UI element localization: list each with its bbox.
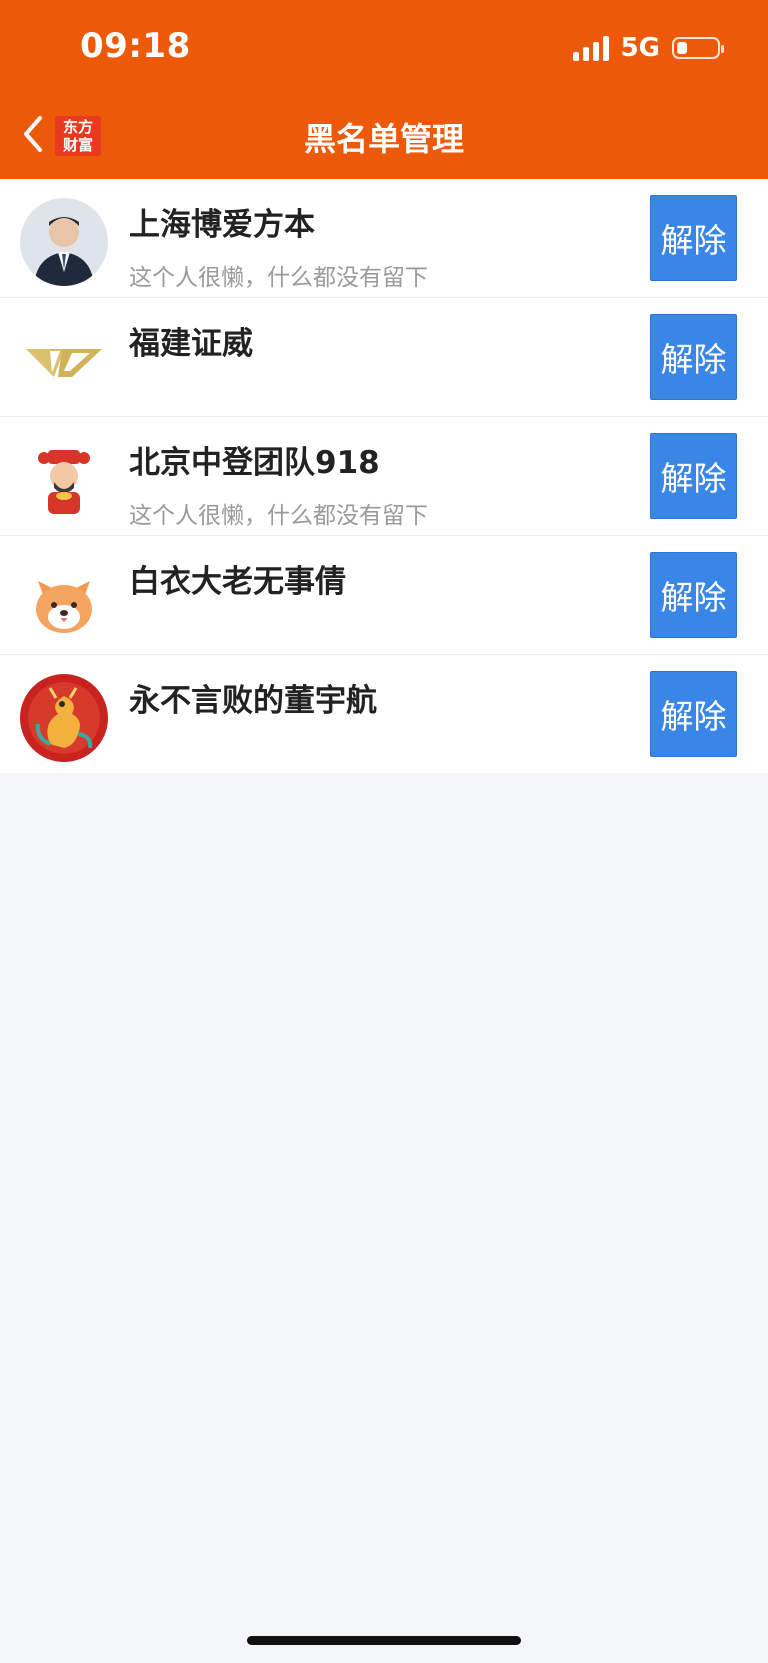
battery-icon [672,37,724,59]
network-type: 5G [620,33,660,63]
avatar[interactable] [20,317,108,405]
user-name: 白衣大老无事倩 [129,564,346,600]
page-title: 黑名单管理 [303,120,464,158]
nav-bar: 东方 财富 黑名单管理 [0,100,768,179]
user-name: 福建证威 [129,326,253,362]
blacklist: 上海博爱方本 这个人很懒，什么都没有留下 解除 福建证威 解除 北京中登团队91… [0,179,768,773]
home-indicator[interactable] [247,1636,521,1645]
avatar[interactable] [20,198,108,286]
unblock-button[interactable]: 解除 [650,433,737,519]
header: 09:18 5G 东方 财富 黑名单管理 [0,0,768,179]
avatar[interactable] [20,436,108,524]
user-name: 上海博爱方本 [129,207,315,243]
avatar[interactable] [20,555,108,643]
list-item: 北京中登团队918 这个人很懒，什么都没有留下 解除 [0,417,768,536]
list-item: 上海博爱方本 这个人很懒，什么都没有留下 解除 [0,179,768,298]
avatar[interactable] [20,674,108,762]
unblock-button[interactable]: 解除 [650,552,737,638]
status-indicators: 5G [572,33,724,63]
list-item: 永不言败的董宇航 解除 [0,655,768,773]
user-name: 北京中登团队918 [129,445,380,481]
user-bio: 这个人很懒，什么都没有留下 [129,265,428,291]
list-item: 白衣大老无事倩 解除 [0,536,768,655]
user-bio: 这个人很懒，什么都没有留下 [129,503,428,529]
status-time: 09:18 [80,26,191,66]
unblock-button[interactable]: 解除 [650,314,737,400]
list-item: 福建证威 解除 [0,298,768,417]
signal-icon [572,35,609,61]
user-name: 永不言败的董宇航 [129,683,377,719]
unblock-button[interactable]: 解除 [650,195,737,281]
unblock-button[interactable]: 解除 [650,671,737,757]
